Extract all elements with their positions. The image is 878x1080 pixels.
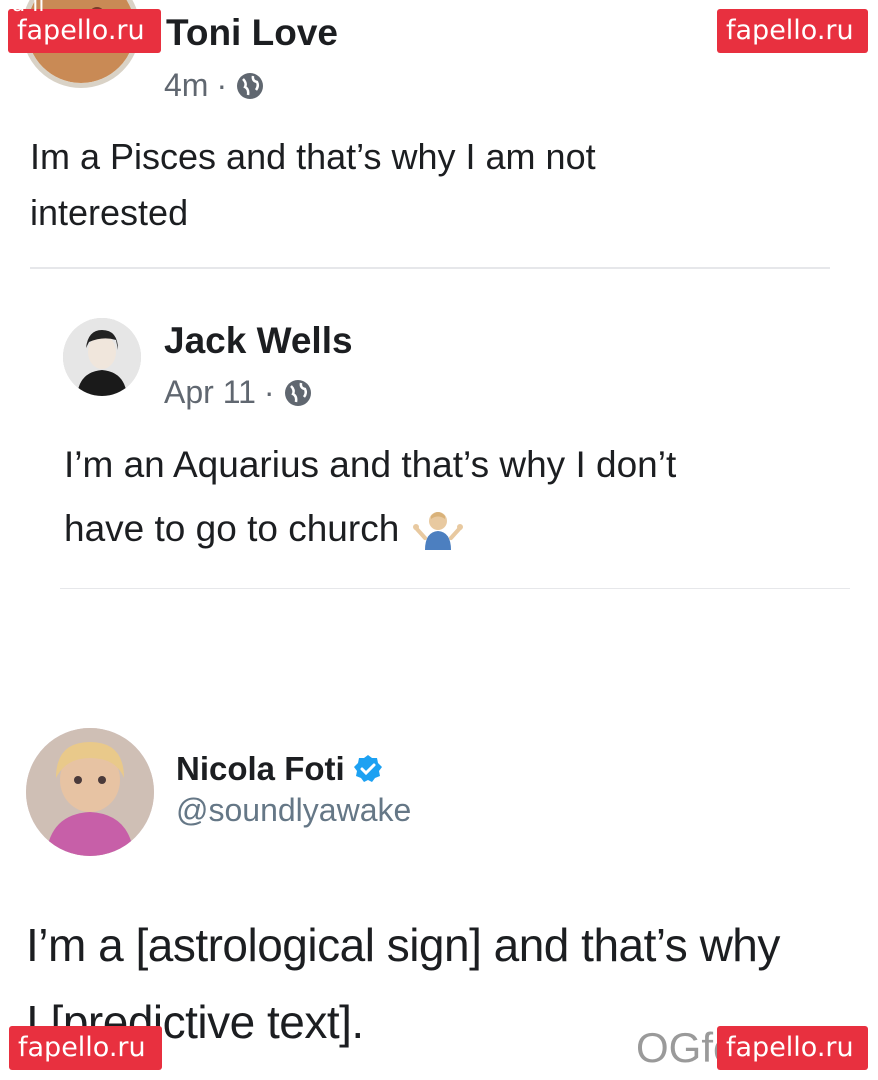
shrug-emoji-icon: [413, 512, 464, 550]
tweet-handle[interactable]: @soundlyawake: [176, 792, 411, 829]
tweet-author-name: Nicola Foti: [176, 750, 383, 788]
divider: [60, 588, 850, 589]
post-text-line: I’m an Aquarius and that’s why I don’t: [64, 444, 677, 485]
author-name[interactable]: Nicola Foti: [176, 750, 345, 788]
author-name[interactable]: Jack Wells: [164, 320, 353, 362]
verified-badge-icon: [353, 755, 382, 782]
watermark-badge[interactable]: fapello.ru: [717, 1026, 868, 1070]
globe-icon: [284, 379, 311, 406]
divider: [30, 267, 830, 269]
avatar-nicola-foti[interactable]: [26, 728, 154, 856]
watermark-badge[interactable]: fapello.ru: [9, 1026, 162, 1070]
post-meta: 4m ·: [164, 67, 265, 104]
post-time[interactable]: Apr 11: [164, 374, 256, 411]
tweet-text-line: I’m a [astrological sign] and that’s why: [26, 919, 780, 971]
meta-separator: ·: [263, 374, 275, 410]
meta-separator: ·: [216, 67, 228, 103]
post-text-line: Im a Pisces and that’s why I am not: [30, 136, 596, 177]
post-time[interactable]: 4m: [164, 67, 208, 104]
avatar-jack-wells[interactable]: [63, 318, 141, 396]
post-text-line: interested: [30, 192, 189, 233]
post-meta: Apr 11 ·: [164, 374, 313, 411]
watermark-partial-text: fa ll: [4, 0, 45, 17]
watermark-badge[interactable]: fapello.ru: [717, 9, 868, 53]
globe-icon: [237, 72, 264, 99]
post-text-line-with-emoji: have to go to church: [64, 508, 464, 550]
author-name[interactable]: Toni Love: [166, 12, 338, 54]
post-text-line: have to go to church: [64, 508, 400, 549]
